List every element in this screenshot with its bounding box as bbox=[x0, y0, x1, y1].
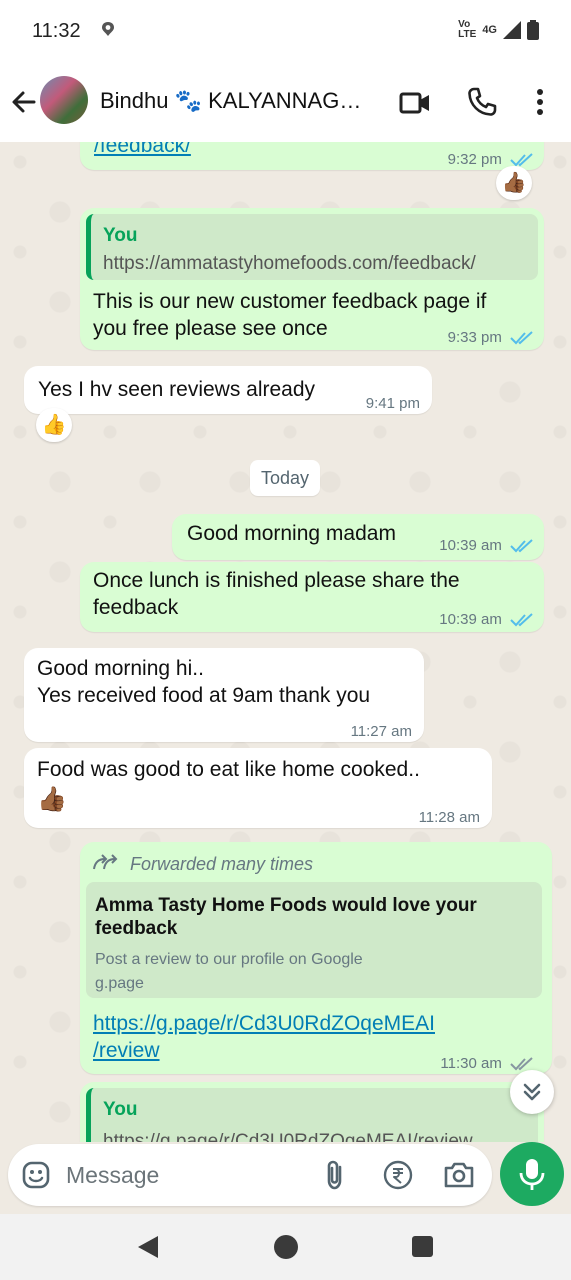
voice-message-button[interactable] bbox=[500, 1142, 564, 1206]
back-arrow-icon[interactable] bbox=[8, 86, 40, 118]
video-call-icon[interactable] bbox=[398, 86, 432, 120]
quote-author: You bbox=[103, 225, 138, 246]
message-list[interactable]: /feedback/ 9:32 pm 👍🏾 You https://ammata… bbox=[0, 142, 571, 1142]
message-text: Good morning hi.. Yes received food at 9… bbox=[37, 657, 371, 707]
system-navigation-bar bbox=[0, 1214, 571, 1280]
double-check-icon bbox=[510, 539, 533, 553]
date-separator: Today bbox=[250, 460, 320, 496]
status-bar: 11:32 Vo LTE 4G bbox=[0, 0, 571, 64]
contact-avatar[interactable] bbox=[40, 76, 88, 124]
forward-icon bbox=[93, 854, 118, 870]
double-check-icon bbox=[510, 613, 533, 627]
quote-author: You bbox=[103, 1099, 138, 1120]
message-text: This is our new customer feedback page i… bbox=[93, 290, 487, 340]
message-bubble-incoming[interactable]: Food was good to eat like home cooked.. … bbox=[24, 748, 492, 828]
quote-text: https://g.page/r/Cd3U0RdZOqeMEAI/review bbox=[103, 1131, 473, 1142]
message-bubble-outgoing[interactable]: You https://ammatastyhomefoods.com/feedb… bbox=[80, 208, 544, 350]
link-preview-card[interactable]: Amma Tasty Home Foods would love your fe… bbox=[86, 882, 542, 998]
rupee-icon[interactable] bbox=[382, 1159, 414, 1191]
message-bubble-outgoing[interactable]: /feedback/ 9:32 pm bbox=[80, 142, 544, 170]
message-bubble-outgoing[interactable]: Forwarded many times Amma Tasty Home Foo… bbox=[80, 842, 552, 1074]
message-emoji: 👍🏾 bbox=[37, 786, 67, 813]
message-time: 11:28 am bbox=[418, 809, 480, 826]
signal-icon bbox=[503, 21, 521, 39]
message-text: Once lunch is finished please share the … bbox=[93, 569, 460, 619]
status-indicators: Vo LTE 4G bbox=[458, 20, 539, 40]
double-check-icon bbox=[510, 1057, 533, 1071]
notification-app-icon bbox=[102, 22, 114, 36]
nav-recents-icon[interactable] bbox=[412, 1236, 433, 1257]
message-bubble-incoming[interactable]: Good morning hi.. Yes received food at 9… bbox=[24, 648, 424, 742]
quote-text: https://ammatastyhomefoods.com/feedback/ bbox=[103, 253, 476, 274]
link-preview-description: Post a review to our profile on Google bbox=[95, 951, 363, 968]
message-text: Yes I hv seen reviews already bbox=[38, 378, 316, 401]
contact-name[interactable]: Bindhu 🐾 KALYANNAG… bbox=[100, 88, 380, 114]
message-composer bbox=[8, 1144, 492, 1206]
message-time: 10:39 am bbox=[439, 532, 534, 559]
phone-icon[interactable] bbox=[466, 86, 498, 118]
forwarded-label: Forwarded many times bbox=[130, 854, 314, 874]
message-link[interactable]: /feedback/ bbox=[94, 142, 191, 159]
message-bubble-outgoing[interactable]: Once lunch is finished please share the … bbox=[80, 562, 544, 632]
chevrons-down-icon bbox=[523, 1083, 541, 1101]
volte-indicator: Vo LTE bbox=[458, 19, 477, 40]
mic-icon bbox=[519, 1159, 545, 1190]
message-link[interactable]: https://g.page/r/Cd3U0RdZOqeMEAI /review bbox=[93, 1010, 435, 1064]
message-time: 11:27 am bbox=[350, 723, 412, 740]
message-text: Food was good to eat like home cooked.. bbox=[37, 758, 420, 781]
message-input[interactable] bbox=[66, 1158, 306, 1192]
quoted-message[interactable]: You https://g.page/r/Cd3U0RdZOqeMEAI/rev… bbox=[86, 1088, 538, 1142]
scroll-to-bottom-button[interactable] bbox=[510, 1070, 554, 1114]
status-time: 11:32 bbox=[32, 20, 81, 42]
message-time: 10:39 am bbox=[439, 606, 534, 633]
reaction-badge[interactable]: 👍 bbox=[36, 408, 72, 442]
link-preview-domain: g.page bbox=[95, 975, 144, 992]
nav-home-icon[interactable] bbox=[274, 1235, 298, 1259]
message-text: Good morning madam bbox=[187, 522, 396, 545]
quoted-message[interactable]: You https://ammatastyhomefoods.com/feedb… bbox=[86, 214, 538, 280]
emoji-icon[interactable] bbox=[20, 1159, 52, 1191]
composer-bar bbox=[0, 1142, 571, 1214]
network-type: 4G bbox=[482, 24, 497, 36]
message-time: 9:41 pm bbox=[365, 395, 420, 412]
message-time: 9:33 pm bbox=[448, 324, 534, 351]
nav-back-icon[interactable] bbox=[136, 1235, 160, 1259]
camera-icon[interactable] bbox=[442, 1159, 476, 1191]
attach-icon[interactable] bbox=[320, 1159, 350, 1191]
reaction-badge[interactable]: 👍🏾 bbox=[496, 166, 532, 200]
battery-icon bbox=[527, 20, 539, 40]
link-preview-title: Amma Tasty Home Foods would love your fe… bbox=[95, 895, 477, 939]
double-check-icon bbox=[510, 331, 533, 345]
more-vertical-icon[interactable] bbox=[528, 86, 552, 118]
double-check-icon bbox=[510, 153, 533, 167]
message-bubble-outgoing[interactable]: You https://g.page/r/Cd3U0RdZOqeMEAI/rev… bbox=[80, 1082, 544, 1142]
chat-header: Bindhu 🐾 KALYANNAG… bbox=[0, 64, 571, 142]
message-bubble-outgoing[interactable]: Good morning madam 10:39 am bbox=[172, 514, 544, 560]
message-bubble-incoming[interactable]: Yes I hv seen reviews already 9:41 pm bbox=[24, 366, 432, 414]
